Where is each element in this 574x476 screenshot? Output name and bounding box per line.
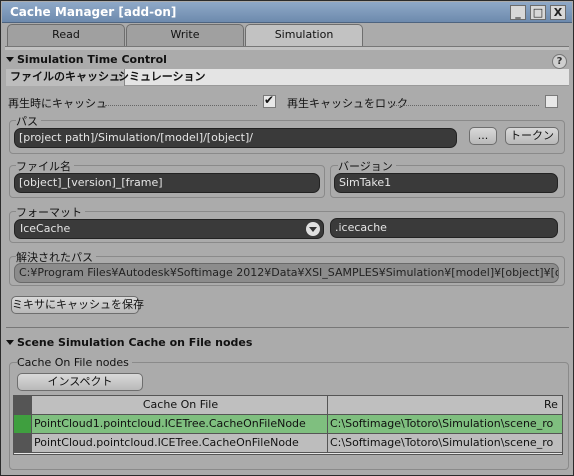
table-row[interactable]: PointCloud1.pointcloud.ICETree.CacheOnFi… (14, 415, 562, 434)
dotted-leader (105, 105, 257, 106)
row-header[interactable] (14, 415, 32, 434)
extension-input[interactable]: .icecache (330, 218, 558, 238)
maximize-button[interactable]: □ (530, 5, 546, 20)
lock-cache-checkbox[interactable] (545, 95, 558, 108)
format-dropdown[interactable]: IceCache (14, 219, 324, 239)
row-header-corner (14, 396, 32, 415)
filename-input[interactable]: [object]_[version]_[frame] (14, 173, 320, 193)
collapse-triangle-icon (6, 57, 14, 62)
row-header[interactable] (14, 434, 32, 453)
browse-button[interactable]: ... (469, 127, 497, 145)
filename-label: ファイル名 (16, 158, 74, 174)
token-button[interactable]: トークン (505, 127, 559, 145)
section-divider (6, 327, 569, 328)
dotted-leader (391, 105, 539, 106)
cache-on-play-label: 再生時にキャッシュ (8, 97, 107, 110)
close-button[interactable]: X (550, 5, 566, 20)
collapse-triangle-icon (6, 340, 14, 345)
tab-read[interactable]: Read (7, 24, 125, 46)
cell-path[interactable]: C:\Softimage\Totoro\Simulation\scene_ro (328, 415, 562, 434)
minimize-button[interactable]: _ (510, 5, 526, 20)
tab-underline (5, 46, 569, 50)
format-label: フォーマット (16, 204, 85, 220)
window-title: Cache Manager [add-on] (10, 5, 177, 19)
section-title: Simulation Time Control (17, 53, 167, 66)
cell-node[interactable]: PointCloud1.pointcloud.ICETree.CacheOnFi… (32, 415, 328, 434)
tab-write[interactable]: Write (126, 24, 244, 46)
path-label: パス (16, 113, 41, 129)
cell-node[interactable]: PointCloud.pointcloud.ICETree.CacheOnFil… (32, 434, 328, 453)
subtab-bar: ファイルのキャッシュ シミュレーション (6, 69, 569, 86)
title-bar[interactable]: Cache Manager [add-on] _ □ X (2, 2, 572, 23)
subtab-file-cache[interactable]: ファイルのキャッシュ (6, 69, 125, 86)
cache-on-play-checkbox[interactable] (263, 93, 276, 108)
tab-simulation[interactable]: Simulation (245, 24, 363, 46)
save-to-mixer-button[interactable]: ミキサにキャッシュを保存 (11, 296, 144, 314)
subtab-simulation[interactable]: シミュレーション (114, 69, 210, 86)
lock-cache-label: 再生キャッシュをロック (287, 97, 408, 110)
table-header-row: Cache On File Re (14, 396, 562, 415)
cache-manager-window: Cache Manager [add-on] _ □ X Read Write … (0, 0, 574, 476)
section-scene-simulation-cache[interactable]: Scene Simulation Cache on File nodes (6, 336, 252, 351)
cell-path[interactable]: C:\Softimage\Totoro\Simulation\scene_ro (328, 434, 562, 453)
path-input[interactable]: [project path]/Simulation/[model]/[objec… (14, 128, 457, 148)
table-row[interactable]: PointCloud.pointcloud.ICETree.CacheOnFil… (14, 434, 562, 453)
tab-bar: Read Write Simulation (5, 24, 569, 46)
help-icon[interactable]: ? (552, 54, 567, 69)
version-input[interactable]: SimTake1 (334, 173, 558, 193)
cache-nodes-label: Cache On File nodes (17, 356, 132, 369)
section-simulation-time-control[interactable]: Simulation Time Control (6, 53, 167, 68)
column-header-path-label: Re (544, 398, 558, 411)
section-title: Scene Simulation Cache on File nodes (17, 336, 253, 349)
cache-nodes-table: Cache On File Re PointCloud1.pointcloud.… (13, 395, 563, 455)
version-label: バージョン (338, 158, 396, 174)
chevron-down-icon[interactable] (306, 222, 320, 236)
column-header-path[interactable]: Re (328, 396, 562, 415)
inspect-button[interactable]: インスペクト (17, 373, 143, 391)
resolved-path-field: C:¥Program Files¥Autodesk¥Softimage 2012… (14, 263, 559, 283)
column-header-cache-on-file[interactable]: Cache On File (32, 396, 328, 415)
format-selected-value: IceCache (20, 222, 71, 235)
